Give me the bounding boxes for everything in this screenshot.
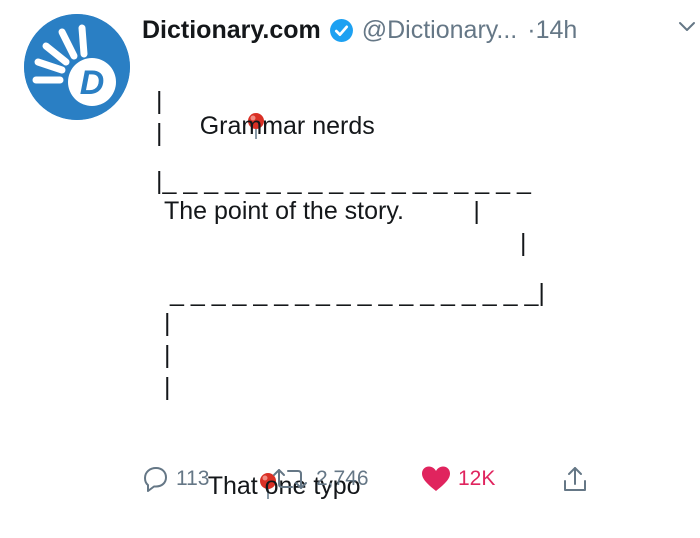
- tweet-line: Grammar nerds: [148, 51, 375, 171]
- tweet-line: |: [164, 341, 171, 369]
- round-pushpin-icon: [190, 81, 265, 139]
- retweet-button[interactable]: 2,746: [270, 462, 369, 496]
- display-name[interactable]: Dictionary.com: [142, 16, 321, 45]
- tweet-line: The point of the story. |: [164, 197, 480, 225]
- dictionary-logo: D: [24, 14, 130, 120]
- retweet-count: 2,746: [316, 467, 369, 490]
- tweet-line: _ _ _ _ _ _ _ _ _ _ _ _ _ _ _ _ _ _|: [170, 279, 545, 307]
- tweet-line: |: [156, 119, 163, 147]
- reply-count: 113: [176, 467, 210, 490]
- tweet-text: Grammar nerds | | |_ _ _ _ _ _ _ _ _ _ _…: [148, 46, 568, 500]
- tweet-line: |: [164, 309, 171, 337]
- tweet-line: |: [164, 373, 171, 401]
- tweet-line: |: [520, 229, 527, 257]
- svg-text:D: D: [80, 64, 105, 102]
- avatar[interactable]: D: [24, 14, 130, 120]
- verified-badge-icon: [329, 18, 354, 43]
- like-button[interactable]: 12K: [420, 462, 495, 496]
- tweet-line: |_ _ _ _ _ _ _ _ _ _ _ _ _ _ _ _ _ _: [156, 167, 531, 195]
- handle[interactable]: @Dictionary...: [362, 16, 518, 45]
- chevron-down-icon[interactable]: [678, 18, 696, 36]
- retweet-icon: [273, 469, 307, 489]
- reply-button[interactable]: 113: [140, 462, 209, 496]
- reply-icon: [144, 467, 167, 492]
- share-icon: [564, 467, 586, 491]
- heart-icon: [422, 466, 450, 491]
- like-count: 12K: [458, 467, 496, 490]
- tweet-header: Dictionary.com @Dictionary... ·14h: [142, 12, 577, 48]
- tweet-actions: 113 2,746 12K: [140, 462, 600, 496]
- tweet-line-text: Grammar nerds: [199, 112, 375, 140]
- tweet-line: |: [156, 87, 163, 115]
- share-button[interactable]: [560, 462, 590, 496]
- timestamp[interactable]: ·14h: [527, 16, 577, 45]
